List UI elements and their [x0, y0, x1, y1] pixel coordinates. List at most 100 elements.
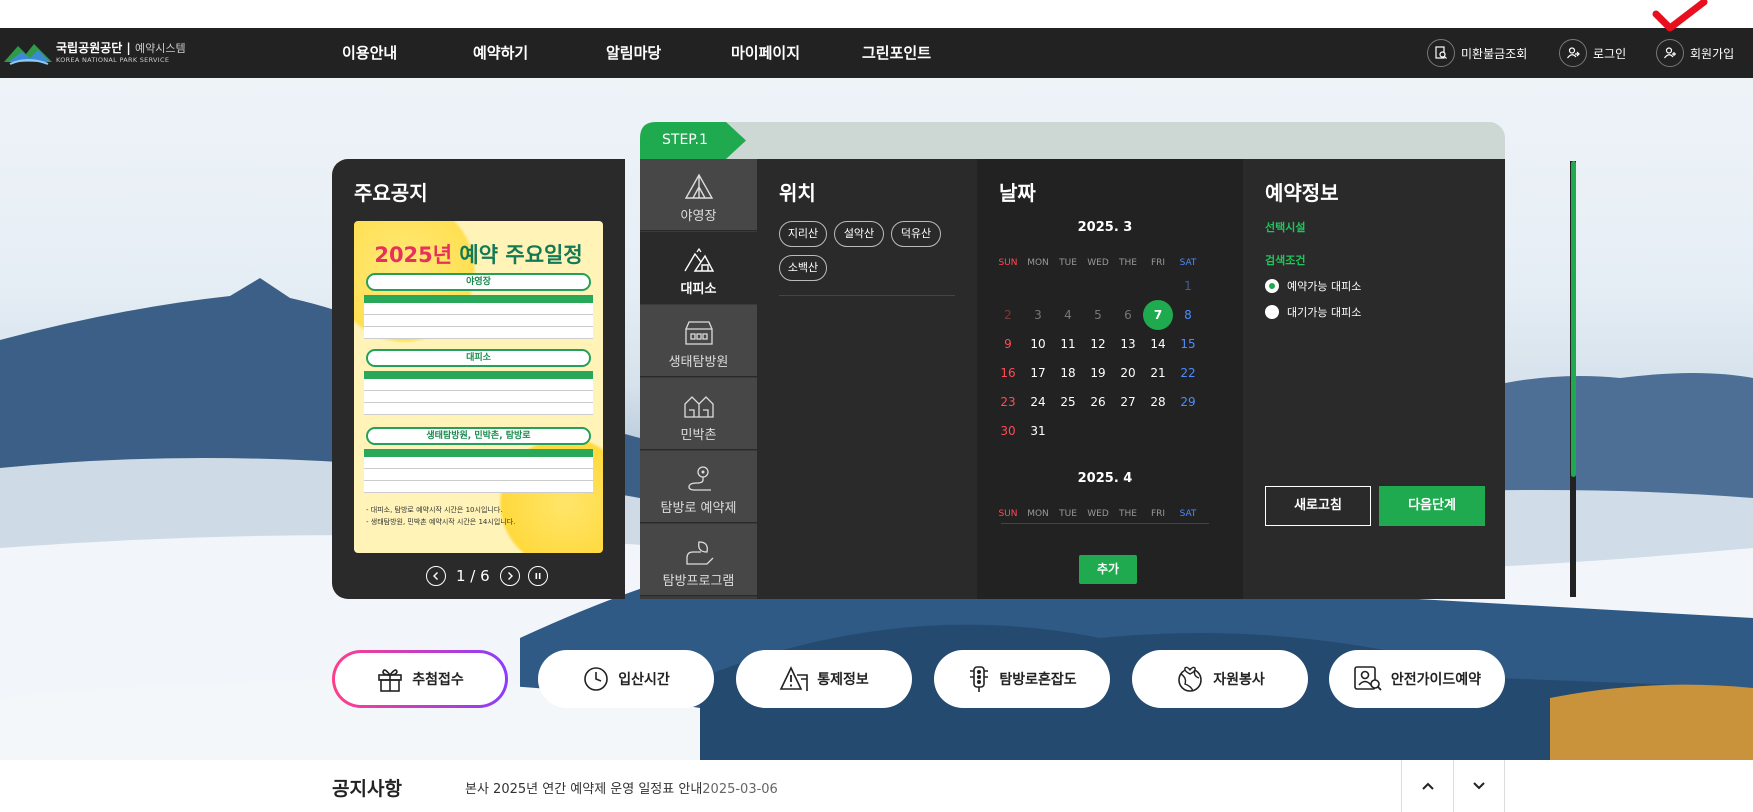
calendar-day[interactable]: 8: [1173, 300, 1203, 330]
quick-control-info[interactable]: 통제정보: [736, 650, 912, 708]
mountain-logo-icon: [4, 44, 52, 65]
search-condition-label: 검색조건: [1265, 254, 1306, 267]
chip-jirisan[interactable]: 지리산: [779, 221, 827, 247]
quick-entry-time[interactable]: 입산시간: [538, 650, 714, 708]
calendar-day[interactable]: 29: [1173, 387, 1203, 417]
poster-table-camping: [364, 295, 593, 339]
step-bar: [640, 122, 1505, 159]
pause-icon[interactable]: [527, 566, 548, 586]
chevron-up-icon[interactable]: [1401, 760, 1453, 812]
add-date-button[interactable]: 추가: [1079, 555, 1137, 584]
next-step-button[interactable]: 다음단계: [1379, 486, 1485, 526]
calendar-day[interactable]: 19: [1083, 358, 1113, 388]
calendar-day[interactable]: 18: [1053, 358, 1083, 388]
reset-button[interactable]: 새로고침: [1265, 486, 1371, 526]
brand-name: 국립공원공단: [56, 41, 123, 56]
chip-deogyusan[interactable]: 덕유산: [891, 221, 941, 247]
calendar-day[interactable]: 11: [1053, 329, 1083, 359]
notice-bar-date: 2025-03-06: [702, 782, 778, 797]
calendar-day[interactable]: 1: [1173, 271, 1203, 301]
calendar-day[interactable]: 24: [1023, 387, 1053, 417]
brand-sub: KOREA NATIONAL PARK SERVICE: [56, 56, 170, 65]
notice-bar-item[interactable]: 본사 2025년 연간 예약제 운영 일정표 안내2025-03-06: [465, 778, 778, 797]
calendar-day[interactable]: 27: [1113, 387, 1143, 417]
calendar-day[interactable]: 10: [1023, 329, 1053, 359]
chip-seoraksan[interactable]: 설악산: [834, 221, 884, 247]
quick-trail-congestion[interactable]: 탐방로혼잡도: [934, 650, 1110, 708]
category-trail[interactable]: 탐방로 예약제: [640, 451, 757, 523]
calendar-scroll-thumb[interactable]: [1571, 161, 1576, 477]
calendar-day[interactable]: 2: [993, 300, 1023, 330]
poster-table-shelter: [364, 371, 593, 415]
category-shelter[interactable]: 대피소: [640, 232, 757, 304]
calendar-day[interactable]: 15: [1173, 329, 1203, 359]
nav-greenpoint[interactable]: 그린포인트: [862, 28, 931, 78]
calendar-day[interactable]: 3: [1023, 300, 1053, 330]
clock-icon: [584, 667, 609, 691]
top-navbar: 국립공원공단 | 예약시스템 KOREA NATIONAL PARK SERVI…: [0, 28, 1753, 78]
category-village-label: 민박촌: [680, 428, 717, 443]
calendar-day[interactable]: 14: [1143, 329, 1173, 359]
category-eco-center-label: 생태탐방원: [668, 355, 729, 370]
leaf-hand-icon: [686, 541, 714, 565]
calendar-day[interactable]: 17: [1023, 358, 1053, 388]
category-program-label: 탐방프로그램: [662, 574, 735, 589]
poster-note-1: - 대피소, 탐방로 예약시작 시간은 10시입니다.: [366, 506, 503, 514]
calendar-day[interactable]: 13: [1113, 329, 1143, 359]
calendar-day[interactable]: 21: [1143, 358, 1173, 388]
calendar-day[interactable]: 31: [1023, 416, 1053, 446]
unpaid-lookup-link[interactable]: 미환불금조회: [1427, 39, 1527, 67]
site-logo[interactable]: 국립공원공단 | 예약시스템 KOREA NATIONAL PARK SERVI…: [4, 38, 186, 68]
info-column: 예약정보 선택시설 검색조건 예약가능 대피소 대기가능 대피소 새로고침 다음…: [1243, 159, 1505, 599]
weekday-header: WED: [1087, 258, 1109, 268]
nav-reservation[interactable]: 예약하기: [473, 28, 528, 78]
login-label: 로그인: [1593, 46, 1627, 61]
calendar-day[interactable]: 4: [1053, 300, 1083, 330]
calendar-day-selected[interactable]: 7: [1143, 300, 1173, 330]
calendar-day[interactable]: 30: [993, 416, 1023, 446]
calendar-day[interactable]: 5: [1083, 300, 1113, 330]
radio-waitlist[interactable]: 대기가능 대피소: [1265, 304, 1361, 320]
notice-panel-title: 주요공지: [354, 181, 428, 205]
poster-table-eco: [364, 449, 593, 493]
nav-notices[interactable]: 알림마당: [606, 28, 661, 78]
selected-facility-label: 선택시설: [1265, 221, 1306, 234]
mountain-hut-icon: [684, 247, 715, 272]
poster-title-main: 예약 주요일정: [459, 243, 583, 267]
calendar-day[interactable]: 28: [1143, 387, 1173, 417]
category-camping[interactable]: 야영장: [640, 159, 757, 231]
quick-lottery[interactable]: 추첨접수: [332, 650, 508, 708]
chevron-left-icon[interactable]: [426, 566, 446, 586]
poster-section-shelter: 대피소: [366, 349, 591, 367]
quick-safety-guide[interactable]: 안전가이드예약: [1329, 650, 1505, 708]
nav-mypage[interactable]: 마이페이지: [731, 28, 800, 78]
calendar-day[interactable]: 9: [993, 329, 1023, 359]
login-link[interactable]: 로그인: [1559, 39, 1626, 67]
calendar-day[interactable]: 12: [1083, 329, 1113, 359]
map-pin-route-icon: [688, 466, 711, 491]
radio-available[interactable]: 예약가능 대피소: [1265, 278, 1361, 294]
calendar-day[interactable]: 26: [1083, 387, 1113, 417]
calendar-day[interactable]: 20: [1113, 358, 1143, 388]
calendar-day[interactable]: 22: [1173, 358, 1203, 388]
search-document-icon: [1427, 39, 1455, 67]
chevron-right-icon[interactable]: [499, 566, 520, 586]
category-program[interactable]: 탐방프로그램: [640, 524, 757, 596]
weekday-header: MON: [1027, 258, 1049, 268]
weekday-header: FRI: [1150, 509, 1166, 519]
calendar-day[interactable]: 25: [1053, 387, 1083, 417]
nav-guide[interactable]: 이용안내: [342, 28, 397, 78]
poster-section-eco: 생태탐방원, 민박촌, 탐방로: [366, 427, 591, 445]
calendar-day[interactable]: 23: [993, 387, 1023, 417]
category-village[interactable]: 민박촌: [640, 378, 757, 450]
calendar-day[interactable]: 6: [1113, 300, 1143, 330]
chevron-down-icon[interactable]: [1453, 760, 1505, 812]
calendar-day[interactable]: 16: [993, 358, 1023, 388]
category-eco-center[interactable]: 생태탐방원: [640, 305, 757, 377]
user-search-icon: [1354, 666, 1382, 691]
quick-volunteer[interactable]: 자원봉사: [1132, 650, 1308, 708]
chip-sobaeksan[interactable]: 소백산: [779, 255, 827, 281]
signup-link[interactable]: 회원가입: [1656, 39, 1734, 67]
weekday-header: TUE: [1059, 509, 1077, 519]
notice-poster[interactable]: 2025년 예약 주요일정 야영장 대피소 생태탐방원, 민박촌, 탐방로 - …: [354, 221, 603, 553]
